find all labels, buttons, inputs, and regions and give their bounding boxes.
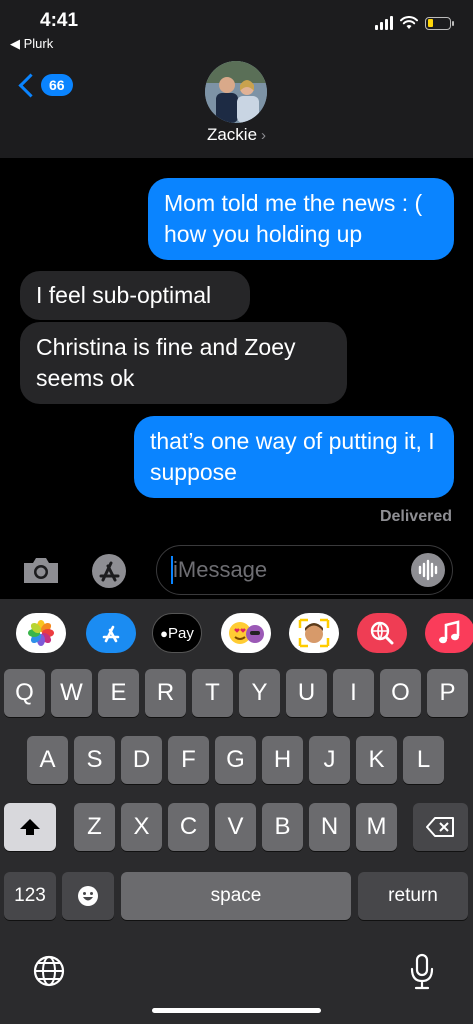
emoji-stickers-icon (229, 622, 264, 644)
wifi-icon (400, 16, 418, 29)
key-n[interactable]: N (309, 803, 350, 851)
shift-key[interactable] (4, 803, 56, 851)
contact-name-button[interactable]: Zackie › (0, 125, 473, 145)
key-t[interactable]: T (192, 669, 233, 717)
numbers-key[interactable]: 123 (4, 872, 56, 920)
key-w[interactable]: W (51, 669, 92, 717)
shift-arrow-icon (20, 819, 40, 835)
key-o[interactable]: O (380, 669, 421, 717)
key-k[interactable]: K (356, 736, 397, 784)
camera-icon (24, 558, 58, 583)
message-field[interactable] (156, 545, 453, 595)
memoji-button[interactable] (289, 613, 339, 653)
app-store-app-button[interactable] (86, 613, 136, 653)
app-store-icon (102, 625, 120, 643)
key-i[interactable]: I (333, 669, 374, 717)
key-m[interactable]: M (356, 803, 397, 851)
key-j[interactable]: J (309, 736, 350, 784)
emoji-face-icon (78, 886, 98, 906)
key-q[interactable]: Q (4, 669, 45, 717)
key-f[interactable]: F (168, 736, 209, 784)
language-switch-button[interactable] (32, 954, 66, 993)
key-p[interactable]: P (427, 669, 468, 717)
camera-button[interactable] (21, 555, 61, 590)
microphone-icon (410, 953, 434, 990)
key-b[interactable]: B (262, 803, 303, 851)
key-r[interactable]: R (145, 669, 186, 717)
apple-pay-label: Pay (168, 624, 194, 642)
key-a[interactable]: A (27, 736, 68, 784)
key-d[interactable]: D (121, 736, 162, 784)
battery-icon (425, 16, 454, 30)
key-c[interactable]: C (168, 803, 209, 851)
cellular-signal-icon (375, 16, 393, 30)
delete-key[interactable] (413, 803, 468, 851)
key-s[interactable]: S (74, 736, 115, 784)
dictation-button[interactable] (408, 953, 436, 996)
status-time: 4:41 (40, 10, 79, 31)
apple-pay-app-button[interactable]: ● Pay (152, 613, 202, 653)
back-button[interactable]: 66 (16, 72, 73, 98)
message-bubble-incoming[interactable]: Christina is fine and Zoey seems ok (20, 322, 347, 404)
key-z[interactable]: Z (74, 803, 115, 851)
chevron-right-icon: › (261, 127, 267, 144)
key-e[interactable]: E (98, 669, 139, 717)
key-y[interactable]: Y (239, 669, 280, 717)
animoji-stickers-button[interactable] (221, 613, 271, 653)
status-icons (375, 16, 454, 30)
image-search-app-button[interactable] (357, 613, 407, 653)
back-to-app-link[interactable]: ◀ Plurk (10, 36, 53, 52)
key-l[interactable]: L (403, 736, 444, 784)
app-store-icon (92, 554, 126, 588)
keyboard: ● Pay Q W E R T Y U I O P A S D F G H J … (0, 599, 473, 1024)
backspace-icon (425, 817, 454, 837)
return-key[interactable]: return (358, 872, 468, 920)
photos-icon (28, 620, 54, 646)
message-bubble-outgoing[interactable]: that’s one way of putting it, I suppose (134, 416, 454, 498)
delivery-status: Delivered (379, 508, 452, 525)
contact-name: Zackie (206, 125, 258, 144)
memoji-icon (298, 618, 330, 648)
key-h[interactable]: H (262, 736, 303, 784)
unread-count-badge: 66 (41, 74, 73, 96)
app-drawer: ● Pay (0, 613, 473, 653)
music-app-button[interactable] (425, 613, 473, 653)
contact-photo (205, 61, 267, 123)
emoji-key[interactable] (62, 872, 114, 920)
message-input[interactable] (171, 556, 405, 584)
key-u[interactable]: U (286, 669, 327, 717)
home-indicator[interactable] (152, 1008, 321, 1013)
message-bubble-outgoing[interactable]: Mom told me the news : ( how you holding… (148, 178, 454, 260)
key-x[interactable]: X (121, 803, 162, 851)
app-store-button[interactable] (89, 551, 129, 596)
globe-search-icon (370, 621, 394, 645)
apple-logo-icon: ● (160, 625, 168, 641)
globe-icon (33, 955, 65, 987)
message-bubble-incoming[interactable]: I feel sub-optimal (20, 271, 250, 320)
key-v[interactable]: V (215, 803, 256, 851)
contact-avatar[interactable] (205, 61, 267, 123)
music-note-icon (439, 620, 460, 644)
audio-message-icon[interactable] (410, 552, 446, 588)
chevron-left-icon (18, 72, 43, 98)
space-key[interactable]: space (121, 872, 351, 920)
photos-app-button[interactable] (16, 613, 66, 653)
key-g[interactable]: G (215, 736, 256, 784)
